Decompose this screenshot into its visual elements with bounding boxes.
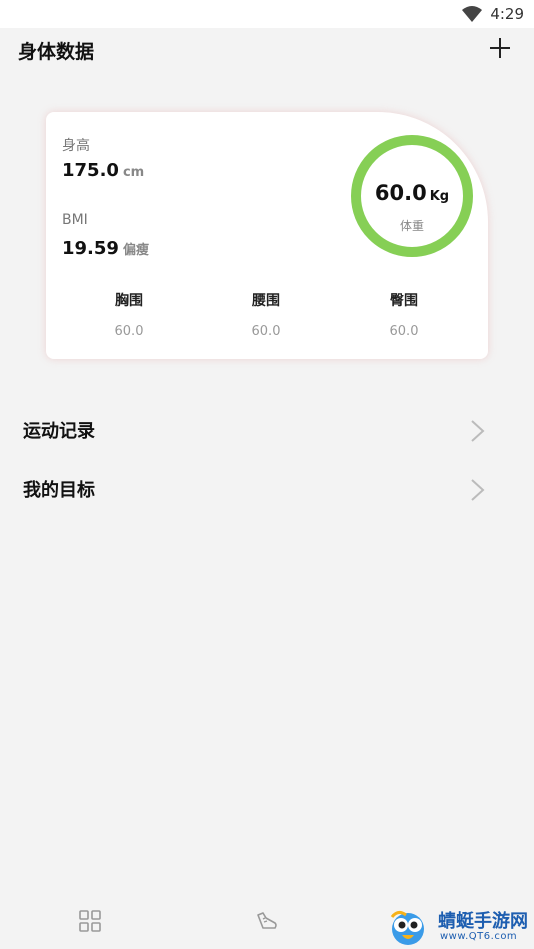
measure-name: 胸围 xyxy=(115,293,143,309)
watermark-url: www.QT6.com xyxy=(440,931,518,942)
menu-item-exercise-records[interactable]: 运动记录 xyxy=(0,400,534,458)
add-button[interactable] xyxy=(488,36,512,60)
weight-ring[interactable]: 60.0 Kg 体重 xyxy=(351,135,473,257)
bmi-label: BMI xyxy=(62,212,88,228)
measure-value: 60.0 xyxy=(389,324,419,339)
chest-measure[interactable]: 胸围 60.0 xyxy=(84,290,174,339)
dragonfly-logo-icon xyxy=(390,910,424,945)
watermark-text: 蜻蜓手游网 xyxy=(438,911,528,932)
status-bar: 4:29 xyxy=(0,0,534,28)
measure-name: 臀围 xyxy=(390,293,418,309)
bmi-value-row: 19.59 偏瘦 xyxy=(62,238,149,259)
header: 身体数据 xyxy=(0,28,534,72)
chevron-right-icon xyxy=(471,420,485,442)
waist-measure[interactable]: 腰围 60.0 xyxy=(221,290,311,339)
height-unit: cm xyxy=(122,165,145,180)
watermark: 蜻蜓手游网 www.QT6.com xyxy=(386,905,534,949)
measure-name: 腰围 xyxy=(252,293,280,309)
height-value: 175.0 xyxy=(62,160,119,181)
body-data-card[interactable]: 身高 175.0 cm BMI 19.59 偏瘦 60.0 Kg 体重 胸围 60.0… xyxy=(46,112,488,359)
weight-value-row: 60.0 Kg xyxy=(361,181,463,205)
measure-value: 60.0 xyxy=(251,324,281,339)
page-title: 身体数据 xyxy=(18,41,95,63)
bmi-value: 19.59 xyxy=(62,238,119,259)
menu-item-label: 运动记录 xyxy=(23,421,95,442)
grid-icon[interactable] xyxy=(78,909,102,933)
bmi-status: 偏瘦 xyxy=(122,243,149,258)
status-time: 4:29 xyxy=(490,5,524,23)
measure-value: 60.0 xyxy=(114,324,144,339)
height-label: 身高 xyxy=(62,138,90,154)
chevron-right-icon xyxy=(471,479,485,501)
menu-item-my-goals[interactable]: 我的目标 xyxy=(0,459,534,517)
menu-item-label: 我的目标 xyxy=(23,480,95,501)
height-value-row: 175.0 cm xyxy=(62,160,144,181)
weight-unit: Kg xyxy=(429,189,450,204)
wifi-icon xyxy=(462,6,483,22)
sneaker-icon[interactable] xyxy=(255,909,279,933)
weight-label: 体重 xyxy=(399,219,424,233)
hip-measure[interactable]: 臀围 60.0 xyxy=(359,290,449,339)
weight-value: 60.0 xyxy=(374,181,427,205)
